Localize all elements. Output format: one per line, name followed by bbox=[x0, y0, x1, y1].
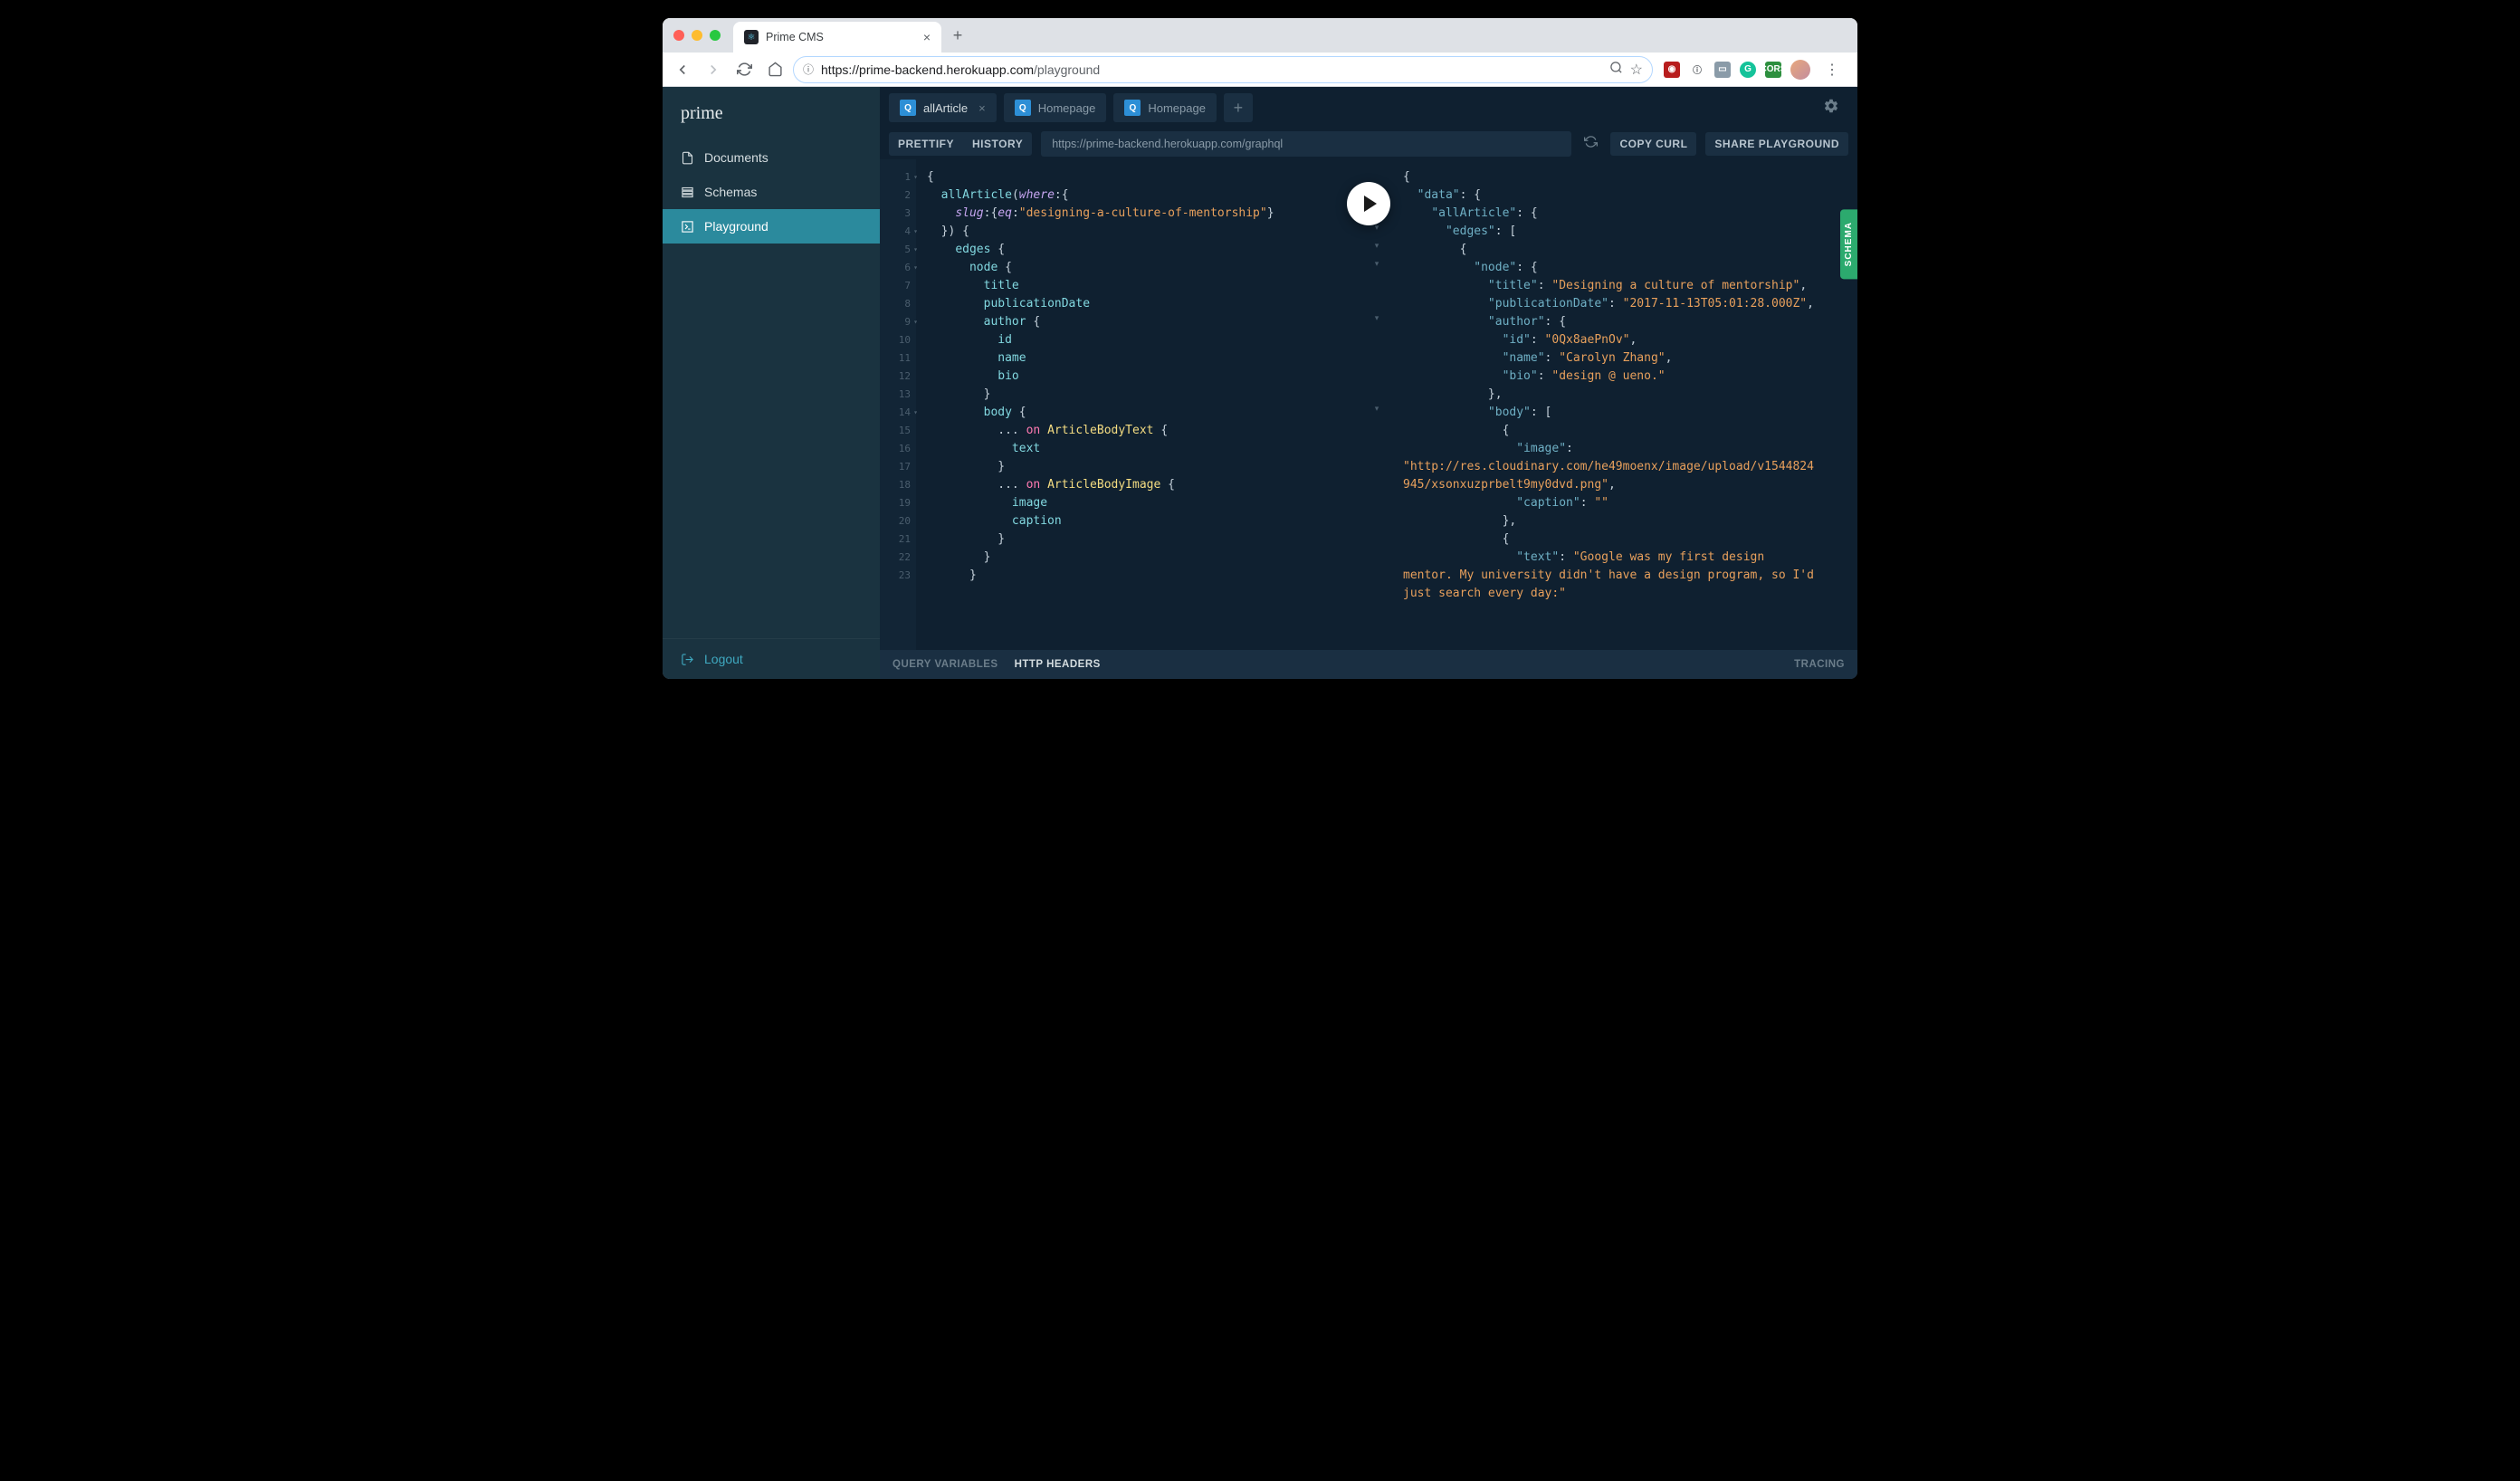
endpoint-input[interactable]: https://prime-backend.herokuapp.com/grap… bbox=[1041, 131, 1571, 157]
result-fold-gutter: ▾▾▾▾▾▾▾ bbox=[1369, 159, 1385, 650]
window-controls bbox=[673, 30, 721, 41]
close-tab-icon[interactable]: × bbox=[923, 30, 931, 44]
history-button[interactable]: HISTORY bbox=[963, 132, 1032, 156]
cors-extension-icon[interactable]: CORS bbox=[1765, 62, 1781, 78]
reload-schema-icon[interactable] bbox=[1580, 135, 1601, 153]
playground-tab-label: Homepage bbox=[1148, 101, 1206, 115]
settings-icon[interactable] bbox=[1814, 98, 1848, 119]
bookmark-icon[interactable]: ☆ bbox=[1630, 61, 1643, 79]
chat-extension-icon[interactable]: ▭ bbox=[1714, 62, 1731, 78]
copy-curl-button[interactable]: COPY CURL bbox=[1610, 132, 1696, 156]
maximize-window-button[interactable] bbox=[710, 30, 721, 41]
playground-icon bbox=[681, 220, 694, 234]
search-icon[interactable] bbox=[1609, 61, 1623, 79]
site-info-icon[interactable]: ⓘ bbox=[803, 62, 814, 77]
playground-toolbar: PRETTIFY HISTORY https://prime-backend.h… bbox=[880, 129, 1857, 159]
query-editor[interactable]: { allArticle(where:{ slug:{eq:"designing… bbox=[916, 159, 1369, 650]
query-badge-icon: Q bbox=[1124, 100, 1141, 116]
info-extension-icon[interactable]: ⓘ bbox=[1689, 62, 1705, 78]
schema-sidebar-tab[interactable]: SCHEMA bbox=[1840, 209, 1857, 279]
omnibox[interactable]: ⓘ https://prime-backend.herokuapp.com/pl… bbox=[793, 56, 1653, 83]
minimize-window-button[interactable] bbox=[692, 30, 702, 41]
close-tab-icon[interactable]: × bbox=[978, 101, 986, 115]
document-icon bbox=[681, 151, 694, 165]
playground-tab[interactable]: Q Homepage bbox=[1113, 93, 1217, 122]
query-variables-tab[interactable]: QUERY VARIABLES bbox=[892, 659, 998, 670]
playground-tabs: Q allArticle × Q Homepage Q Homepage + bbox=[880, 87, 1857, 129]
sidebar: prime Documents Schemas bbox=[663, 87, 880, 679]
sidebar-item-playground[interactable]: Playground bbox=[663, 209, 880, 244]
editor-area: 1234567891011121314151617181920212223 { … bbox=[880, 159, 1857, 650]
run-query-button[interactable] bbox=[1347, 182, 1390, 225]
playground-tab-label: allArticle bbox=[923, 101, 968, 115]
back-button[interactable] bbox=[670, 57, 695, 82]
query-badge-icon: Q bbox=[1015, 100, 1031, 116]
result-pane: ▾▾▾▾▾▾▾ { "data": { "allArticle": { "edg… bbox=[1369, 159, 1857, 650]
sidebar-item-label: Documents bbox=[704, 150, 768, 165]
home-button[interactable] bbox=[762, 57, 788, 82]
tracing-tab[interactable]: TRACING bbox=[1794, 659, 1845, 670]
reload-button[interactable] bbox=[731, 57, 757, 82]
ublock-extension-icon[interactable]: ◉ bbox=[1664, 62, 1680, 78]
sidebar-item-label: Schemas bbox=[704, 185, 757, 199]
address-bar: ⓘ https://prime-backend.herokuapp.com/pl… bbox=[663, 53, 1857, 87]
schema-icon bbox=[681, 186, 694, 199]
share-playground-button[interactable]: SHARE PLAYGROUND bbox=[1705, 132, 1848, 156]
playground-tab-label: Homepage bbox=[1038, 101, 1096, 115]
query-pane[interactable]: 1234567891011121314151617181920212223 { … bbox=[880, 159, 1369, 650]
bottom-bar: QUERY VARIABLES HTTP HEADERS TRACING bbox=[880, 650, 1857, 679]
prettify-button[interactable]: PRETTIFY bbox=[889, 132, 963, 156]
extension-icons: ◉ ⓘ ▭ G CORS ⋮ bbox=[1658, 57, 1850, 82]
playground-tab[interactable]: Q allArticle × bbox=[889, 93, 997, 122]
app-content: prime Documents Schemas bbox=[663, 87, 1857, 679]
logout-button[interactable]: Logout bbox=[663, 638, 880, 679]
sidebar-item-label: Playground bbox=[704, 219, 768, 234]
result-viewer[interactable]: { "data": { "allArticle": { "edges": [ {… bbox=[1385, 159, 1857, 650]
new-tab-button[interactable]: + bbox=[945, 23, 970, 48]
line-gutter: 1234567891011121314151617181920212223 bbox=[880, 159, 916, 650]
sidebar-item-documents[interactable]: Documents bbox=[663, 140, 880, 175]
logout-icon bbox=[681, 653, 694, 666]
react-favicon: ⚛ bbox=[744, 30, 759, 44]
playground-main: Q allArticle × Q Homepage Q Homepage + bbox=[880, 87, 1857, 679]
sidebar-item-schemas[interactable]: Schemas bbox=[663, 175, 880, 209]
logout-label: Logout bbox=[704, 652, 743, 666]
browser-tab-title: Prime CMS bbox=[766, 31, 916, 43]
url-text[interactable]: https://prime-backend.herokuapp.com/play… bbox=[821, 62, 1602, 77]
chrome-menu-icon[interactable]: ⋮ bbox=[1819, 57, 1845, 82]
browser-titlebar: ⚛ Prime CMS × + bbox=[663, 18, 1857, 53]
browser-window: ⚛ Prime CMS × + ⓘ https://prime-backend.… bbox=[663, 18, 1857, 679]
playground-tab[interactable]: Q Homepage bbox=[1004, 93, 1107, 122]
sidebar-nav: Documents Schemas Playground bbox=[663, 140, 880, 638]
app-logo: prime bbox=[663, 87, 880, 140]
grammarly-extension-icon[interactable]: G bbox=[1740, 62, 1756, 78]
browser-tab[interactable]: ⚛ Prime CMS × bbox=[733, 22, 941, 53]
add-tab-button[interactable]: + bbox=[1224, 93, 1253, 122]
forward-button[interactable] bbox=[701, 57, 726, 82]
profile-avatar[interactable] bbox=[1790, 60, 1810, 80]
close-window-button[interactable] bbox=[673, 30, 684, 41]
query-badge-icon: Q bbox=[900, 100, 916, 116]
http-headers-tab[interactable]: HTTP HEADERS bbox=[1015, 659, 1101, 670]
